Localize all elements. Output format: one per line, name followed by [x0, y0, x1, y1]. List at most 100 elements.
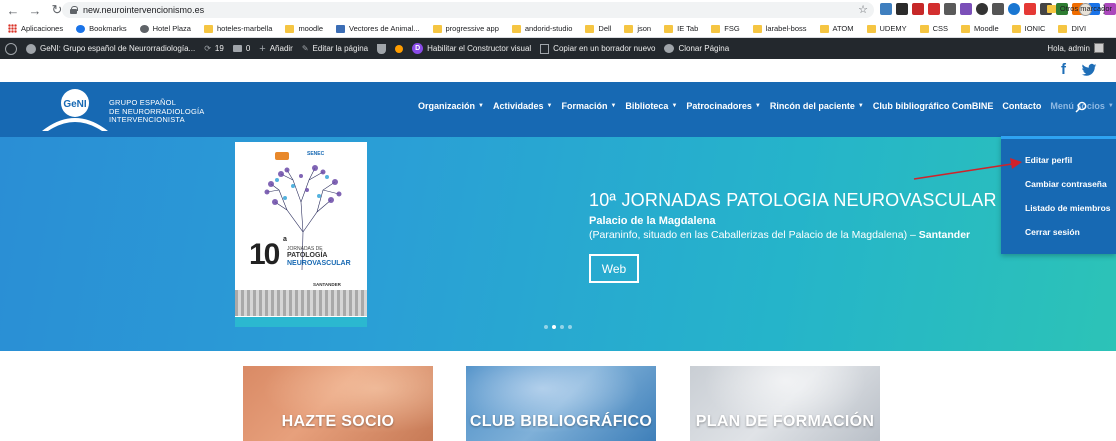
folder-icon	[203, 24, 213, 33]
folder-icon	[919, 24, 929, 33]
folder-icon	[285, 24, 295, 33]
wordpress-logo-icon[interactable]	[5, 42, 17, 55]
extension-icon[interactable]	[976, 3, 988, 15]
shield-icon	[336, 24, 346, 33]
slider-dot[interactable]	[544, 325, 548, 329]
menu-item-patrocinadores[interactable]: Patrocinadores ▼	[686, 101, 760, 111]
poster-location: SANTANDER	[313, 282, 341, 287]
menu-item-rinc-n-del-paciente[interactable]: Rincón del paciente ▼	[770, 101, 864, 111]
card-label: CLUB BIBLIOGRÁFICO	[469, 413, 653, 430]
apps-icon	[8, 24, 17, 33]
bookmark-item[interactable]: FSG	[711, 24, 740, 33]
extension-icon[interactable]	[992, 3, 1004, 15]
dropdown-item[interactable]: Editar perfil	[1025, 155, 1116, 179]
menu-item-biblioteca[interactable]: Biblioteca ▼	[625, 101, 677, 111]
annotation-arrow	[913, 158, 1022, 180]
globe-icon	[139, 24, 149, 33]
extension-icon[interactable]	[880, 3, 892, 15]
bookmark-star-icon[interactable]: ☆	[858, 3, 868, 16]
admin-edit-page[interactable]: ✎ Editar la página	[302, 44, 368, 53]
comment-icon	[232, 45, 242, 52]
folder-icon	[432, 24, 442, 33]
admin-site-name[interactable]: GeNI: Grupo español de Neurorradiología.…	[26, 43, 195, 54]
admin-status-dot[interactable]	[395, 44, 404, 53]
pencil-icon: ✎	[301, 44, 309, 53]
bookmark-item[interactable]: Moodle	[961, 24, 999, 33]
extension-icon[interactable]	[944, 3, 956, 15]
bookmark-item[interactable]: IONIC	[1011, 24, 1045, 33]
bookmark-item[interactable]: Hotel Plaza	[139, 24, 191, 33]
folder-icon	[752, 24, 762, 33]
slider-dot[interactable]	[552, 325, 556, 329]
bookmark-item[interactable]: andorid-studio	[511, 24, 572, 33]
poster-number: 10	[249, 238, 280, 271]
extension-icon[interactable]	[960, 3, 972, 15]
folder-icon	[961, 24, 971, 33]
admin-updates[interactable]: ⟳ 19	[204, 44, 224, 53]
dashboard-icon	[26, 43, 36, 54]
bookmark-item[interactable]: moodle	[285, 24, 323, 33]
card-hazte-socio[interactable]: HAZTE SOCIO	[243, 366, 433, 441]
extension-icon[interactable]	[928, 3, 940, 15]
menu-item-organizaci-n[interactable]: Organización ▼	[418, 101, 484, 111]
menu-item-club-bibliogr-fico-combine[interactable]: Club bibliográfico ComBINE	[873, 101, 994, 111]
extension-icon[interactable]	[912, 3, 924, 15]
folder-icon	[511, 24, 521, 33]
bookmark-item[interactable]: Vectores de Animal...	[336, 24, 420, 33]
dropdown-item[interactable]: Listado de miembros	[1025, 203, 1116, 227]
bookmark-item[interactable]: Dell	[585, 24, 611, 33]
hero-title: 10ª JORNADAS PATOLOGIA NEUROVASCULAR	[589, 190, 997, 210]
bookmark-item[interactable]: larabel-boss	[752, 24, 807, 33]
forward-icon[interactable]: →	[26, 1, 44, 19]
menu-item-actividades[interactable]: Actividades ▼	[493, 101, 552, 111]
facebook-icon[interactable]: f	[1061, 62, 1071, 78]
dropdown-item[interactable]: Cerrar sesión	[1025, 227, 1116, 251]
other-bookmarks[interactable]: Otros marcador	[1046, 4, 1112, 13]
main-menu: Organización ▼ Actividades ▼ Formación ▼ Bibli…	[418, 101, 1116, 111]
admin-copy-draft[interactable]: Copiar en un borrador nuevo	[540, 43, 655, 54]
card-club-bibliografico[interactable]: CLUB BIBLIOGRÁFICO	[466, 366, 656, 441]
admin-plugin-shield[interactable]	[377, 43, 387, 54]
slider-dot[interactable]	[560, 325, 564, 329]
bookmark-item[interactable]: DIVI	[1058, 24, 1086, 33]
folder-icon	[664, 24, 674, 33]
divi-logo-icon: D	[412, 43, 424, 54]
wp-admin-bar: GeNI: Grupo español de Neurorradiología.…	[0, 38, 1116, 59]
bookmark-item[interactable]: json	[624, 24, 651, 33]
geni-logo[interactable]: GeNI	[40, 87, 110, 133]
twitter-icon[interactable]	[1081, 62, 1097, 78]
dropdown-item[interactable]: Cambiar contraseña	[1025, 179, 1116, 203]
address-bar[interactable]: new.neurointervencionismo.es ☆	[62, 2, 874, 18]
extension-icon[interactable]	[896, 3, 908, 15]
bookmark-item[interactable]: ATOM	[819, 24, 854, 33]
poster-logo	[275, 152, 289, 160]
back-icon[interactable]: ←	[4, 1, 22, 19]
web-button[interactable]: Web	[589, 254, 639, 283]
bookmark-item[interactable]: IE Tab	[664, 24, 698, 33]
bookmark-item[interactable]: Bookmarks	[76, 24, 127, 33]
card-label: HAZTE SOCIO	[281, 413, 395, 430]
bookmark-item[interactable]: hoteles-marbella	[203, 24, 272, 33]
bookmark-item[interactable]: progressive app	[432, 24, 499, 33]
bookmark-item[interactable]: CSS	[919, 24, 948, 33]
poster-line-3: NEUROVASCULAR	[287, 260, 351, 267]
admin-clone-page[interactable]: Clonar Página	[664, 44, 729, 53]
hero-description: (Paraninfo, situado en las Caballerizas …	[589, 229, 971, 241]
extension-icon[interactable]	[1024, 3, 1036, 15]
search-icon[interactable]	[1075, 101, 1087, 113]
menu-item-contacto[interactable]: Contacto	[1002, 101, 1041, 111]
chevron-down-icon: ▼	[478, 103, 484, 109]
chevron-down-icon: ▼	[610, 103, 617, 109]
bookmark-item[interactable]: UDEMY	[866, 24, 907, 33]
menu-item-formaci-n[interactable]: Formación ▼	[561, 101, 616, 111]
admin-divi-builder[interactable]: D Habilitar el Constructor visual	[412, 43, 531, 54]
slider-dot[interactable]	[568, 325, 572, 329]
bookmark-item[interactable]: Aplicaciones	[8, 24, 63, 33]
card-plan-formacion[interactable]: PLAN DE FORMACIÓN	[690, 366, 880, 441]
admin-comments[interactable]: 0	[232, 44, 250, 53]
admin-account[interactable]: Hola, admin	[1047, 43, 1104, 53]
extension-icon[interactable]	[1008, 3, 1020, 15]
admin-add-new[interactable]: + Añadir	[259, 43, 293, 55]
folder-icon	[624, 24, 634, 33]
slider-dots	[544, 325, 572, 329]
